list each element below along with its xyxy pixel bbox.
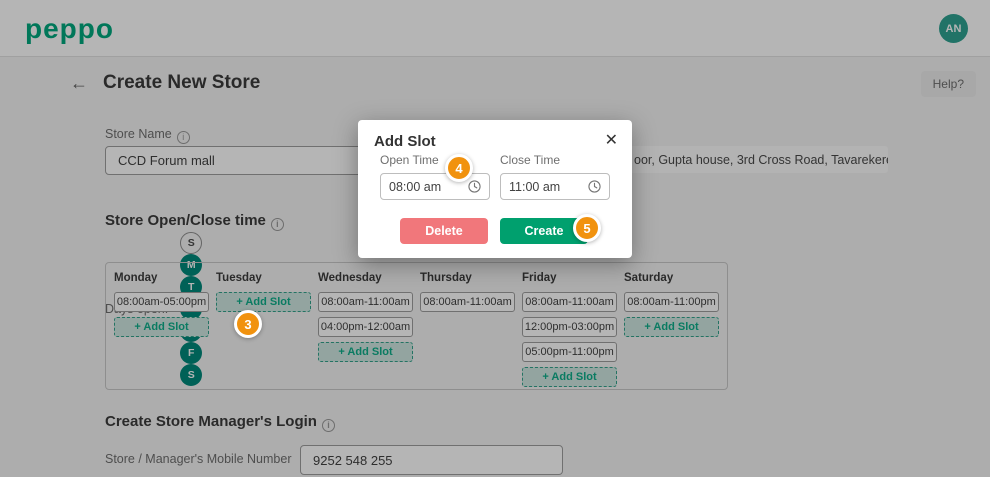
open-time-input[interactable]: 08:00 am [380,173,490,200]
close-time-label: Close Time [500,153,610,167]
clock-icon [468,180,481,193]
modal-title: Add Slot [374,133,616,150]
delete-button[interactable]: Delete [400,218,488,244]
close-time-value: 11:00 am [509,180,560,194]
close-time-field: Close Time 11:00 am [500,153,610,200]
close-time-input[interactable]: 11:00 am [500,173,610,200]
open-time-field: Open Time 08:00 am [380,153,490,200]
create-new-store-page: peppo AN ← Create New Store Help? Store … [0,0,990,477]
open-time-value: 08:00 am [389,180,441,194]
step-badge-4: 4 [445,154,473,182]
step-badge-5: 5 [573,214,601,242]
open-time-label: Open Time [380,153,490,167]
clock-icon [588,180,601,193]
close-icon[interactable]: ✕ [605,130,618,150]
step-badge-3: 3 [234,310,262,338]
